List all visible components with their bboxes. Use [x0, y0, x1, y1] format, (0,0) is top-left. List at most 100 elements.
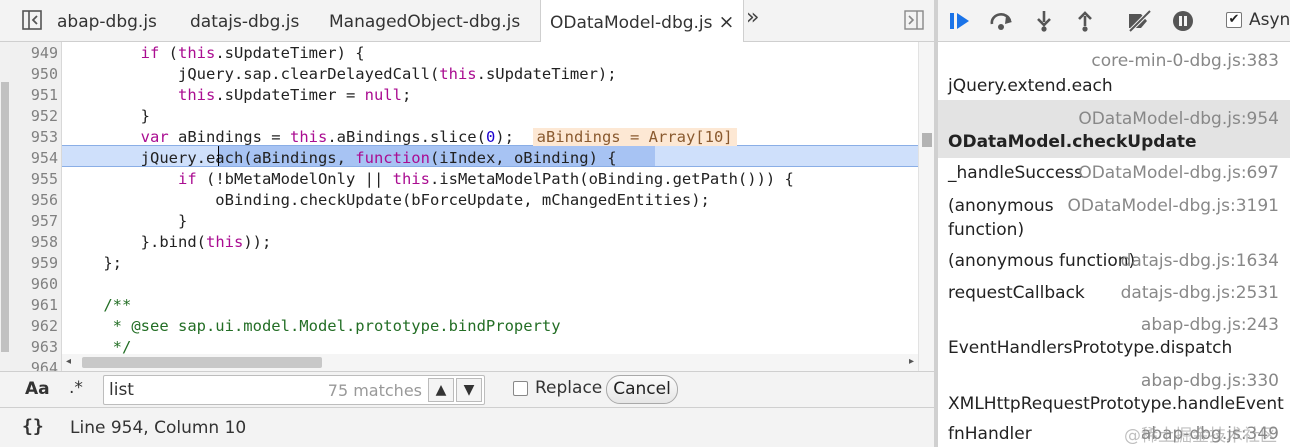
replace-checkbox[interactable]	[513, 381, 528, 396]
tab-label: datajs-dbg.js	[190, 12, 300, 32]
frame-function: fnHandler	[948, 424, 1032, 444]
editor-tab-bar: abap-dbg.js datajs-dbg.js ManagedObject-…	[0, 0, 934, 43]
frame-function: (anonymous function)	[948, 251, 1136, 271]
code-line[interactable]: * @see sap.ui.model.Model.prototype.bind…	[66, 316, 561, 337]
async-checkbox[interactable]: ✔	[1226, 12, 1242, 28]
replace-label[interactable]: Replace	[535, 378, 602, 398]
cancel-button[interactable]: Cancel	[606, 375, 678, 404]
line-number[interactable]: 956	[10, 190, 58, 211]
scrollbar-thumb[interactable]	[922, 133, 932, 147]
next-match-button[interactable]: ▼	[456, 378, 482, 402]
code-line[interactable]: }	[66, 106, 150, 127]
debugger-sidebar: ✔ Async core-min-0-dbg.js:383 jQuery.ext…	[938, 0, 1290, 447]
editor-vertical-scrollbar[interactable]	[918, 42, 934, 371]
toggle-debugger-sidebar-icon[interactable]	[903, 9, 925, 31]
code-line[interactable]: var aBindings = this.aBindings.slice(0);…	[66, 127, 737, 148]
call-frame-item[interactable]: requestCallback datajs-dbg.js:2531	[938, 278, 1290, 310]
text-cursor	[218, 146, 219, 166]
code-line[interactable]: if (!bMetaModelOnly || this.isMetaModelP…	[66, 169, 794, 190]
tab-label: abap-dbg.js	[57, 12, 157, 32]
scrollbar-thumb[interactable]	[1, 82, 9, 352]
line-number[interactable]: 961	[10, 295, 58, 316]
line-number[interactable]: 952	[10, 106, 58, 127]
call-frame-item[interactable]: abap-dbg.js:330 XMLHttpRequestPrototype.…	[938, 364, 1290, 418]
line-number[interactable]: 953	[10, 127, 58, 148]
status-bar: {} Line 954, Column 10	[0, 407, 934, 447]
line-number[interactable]: 959	[10, 253, 58, 274]
pretty-print-icon[interactable]: {}	[22, 416, 44, 437]
cursor-position: Line 954, Column 10	[70, 418, 247, 438]
code-line[interactable]: }.bind(this));	[66, 232, 272, 253]
line-number[interactable]: 962	[10, 316, 58, 337]
call-frame-item[interactable]: (anonymous function) datajs-dbg.js:1634	[938, 246, 1290, 278]
call-frame-item[interactable]: core-min-0-dbg.js:383 jQuery.extend.each	[938, 42, 1290, 100]
code-line[interactable]: jQuery.sap.clearDelayedCall(this.sUpdate…	[66, 64, 617, 85]
sources-panel: abap-dbg.js datajs-dbg.js ManagedObject-…	[0, 0, 934, 447]
scrollbar-thumb[interactable]	[82, 357, 322, 368]
line-number[interactable]: 950	[10, 64, 58, 85]
code-line[interactable]: };	[66, 253, 122, 274]
frame-function-continued: function)	[948, 220, 1025, 240]
search-bar: Aa .* 75 matches ▲ ▼ Replace Cancel	[0, 371, 934, 407]
line-number[interactable]: 958	[10, 232, 58, 253]
tab-label: ODataModel-dbg.js	[550, 13, 713, 33]
tab-odatamodel-dbg[interactable]: ODataModel-dbg.js ×	[540, 0, 745, 43]
call-frame-item[interactable]: _handleSuccess ODataModel-dbg.js:697	[938, 158, 1290, 190]
frame-location: datajs-dbg.js:1634	[1120, 251, 1279, 271]
navigator-scrollbar[interactable]	[0, 42, 10, 371]
tab-datajs-dbg[interactable]: datajs-dbg.js	[190, 0, 299, 42]
code-editor[interactable]: 949 950 951 952 953 954 955 956 957 958 959 960 961 9…	[0, 42, 934, 371]
line-number[interactable]: 951	[10, 85, 58, 106]
call-frame-item-selected[interactable]: ODataModel-dbg.js:954 ODataModel.checkUp…	[938, 100, 1290, 158]
call-frame-item[interactable]: abap-dbg.js:243 EventHandlersPrototype.d…	[938, 310, 1290, 364]
frame-function: jQuery.extend.each	[948, 76, 1113, 96]
previous-match-button[interactable]: ▲	[428, 378, 454, 402]
match-count: 75 matches	[327, 381, 422, 400]
step-over-icon[interactable]	[988, 10, 1012, 32]
search-input[interactable]	[109, 380, 329, 400]
editor-horizontal-scrollbar[interactable]: ◂ ▸	[62, 354, 918, 371]
tab-managedobject-dbg[interactable]: ManagedObject-dbg.js	[329, 0, 520, 42]
frame-function: ODataModel.checkUpdate	[948, 132, 1197, 152]
pause-on-exceptions-icon[interactable]	[1171, 10, 1195, 32]
line-number[interactable]: 955	[10, 169, 58, 190]
code-line[interactable]: oBinding.checkUpdate(bForceUpdate, mChan…	[66, 190, 710, 211]
line-number[interactable]: 960	[10, 274, 58, 295]
code-line[interactable]: this.sUpdateTimer = null;	[66, 85, 411, 106]
line-number[interactable]: 954	[10, 148, 58, 169]
frame-function: requestCallback	[948, 283, 1085, 303]
scroll-right-icon[interactable]: ▸	[909, 356, 914, 367]
step-out-icon[interactable]	[1075, 10, 1099, 32]
line-number-gutter[interactable]: 949 950 951 952 953 954 955 956 957 958 959 960 961 9…	[10, 42, 62, 371]
code-line[interactable]: /**	[66, 295, 131, 316]
step-into-icon[interactable]	[1034, 10, 1058, 32]
async-label[interactable]: Async	[1249, 10, 1290, 30]
call-frame-item[interactable]: (anonymous function) ODataModel-dbg.js:3…	[938, 190, 1290, 246]
code-line[interactable]: if (this.sUpdateTimer) {	[66, 43, 365, 64]
close-tab-icon[interactable]: ×	[719, 11, 735, 33]
frame-function: EventHandlersPrototype.dispatch	[948, 338, 1233, 358]
frame-location: abap-dbg.js:243	[1140, 315, 1279, 335]
line-number[interactable]: 963	[10, 337, 58, 358]
code-lines[interactable]: if (this.sUpdateTimer) { jQuery.sap.clea…	[66, 42, 918, 371]
more-tabs-icon[interactable]: »	[746, 5, 759, 30]
resume-icon[interactable]	[948, 10, 972, 32]
frame-location: ODataModel-dbg.js:954	[1078, 109, 1279, 129]
match-case-button[interactable]: Aa	[25, 379, 50, 399]
line-number[interactable]: 949	[10, 43, 58, 64]
tab-abap-dbg[interactable]: abap-dbg.js	[57, 0, 157, 42]
watermark: @稀土掘金技术社区	[1124, 426, 1277, 446]
frame-function: (anonymous	[948, 196, 1054, 216]
line-number[interactable]: 957	[10, 211, 58, 232]
line-number[interactable]: 964	[10, 358, 58, 371]
code-line[interactable]: }	[66, 211, 187, 232]
inline-variable-value: aBindings = Array[10]	[532, 128, 737, 146]
regex-button[interactable]: .*	[69, 378, 83, 398]
toggle-navigator-icon[interactable]	[21, 9, 43, 31]
scroll-left-icon[interactable]: ◂	[66, 356, 71, 367]
tab-label: ManagedObject-dbg.js	[329, 12, 521, 32]
code-line[interactable]: jQuery.each(aBindings, function(iIndex, …	[66, 148, 617, 169]
search-field[interactable]: 75 matches ▲ ▼	[103, 375, 485, 405]
frame-location: abap-dbg.js:330	[1140, 371, 1279, 391]
deactivate-breakpoints-icon[interactable]	[1126, 9, 1152, 33]
